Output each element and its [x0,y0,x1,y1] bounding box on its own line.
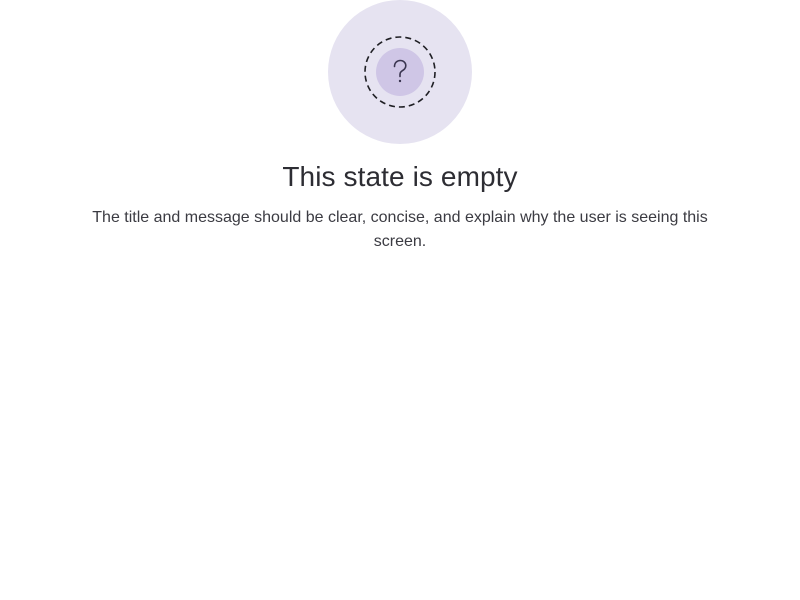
question-mark-icon [328,0,472,144]
page: This state is empty The title and messag… [0,0,800,600]
empty-state-message: The title and message should be clear, c… [92,209,708,250]
empty-state: This state is empty The title and messag… [0,0,800,254]
question-mark-dot [398,79,402,83]
empty-state-illustration [328,0,472,144]
empty-state-title: This state is empty [282,161,518,192]
